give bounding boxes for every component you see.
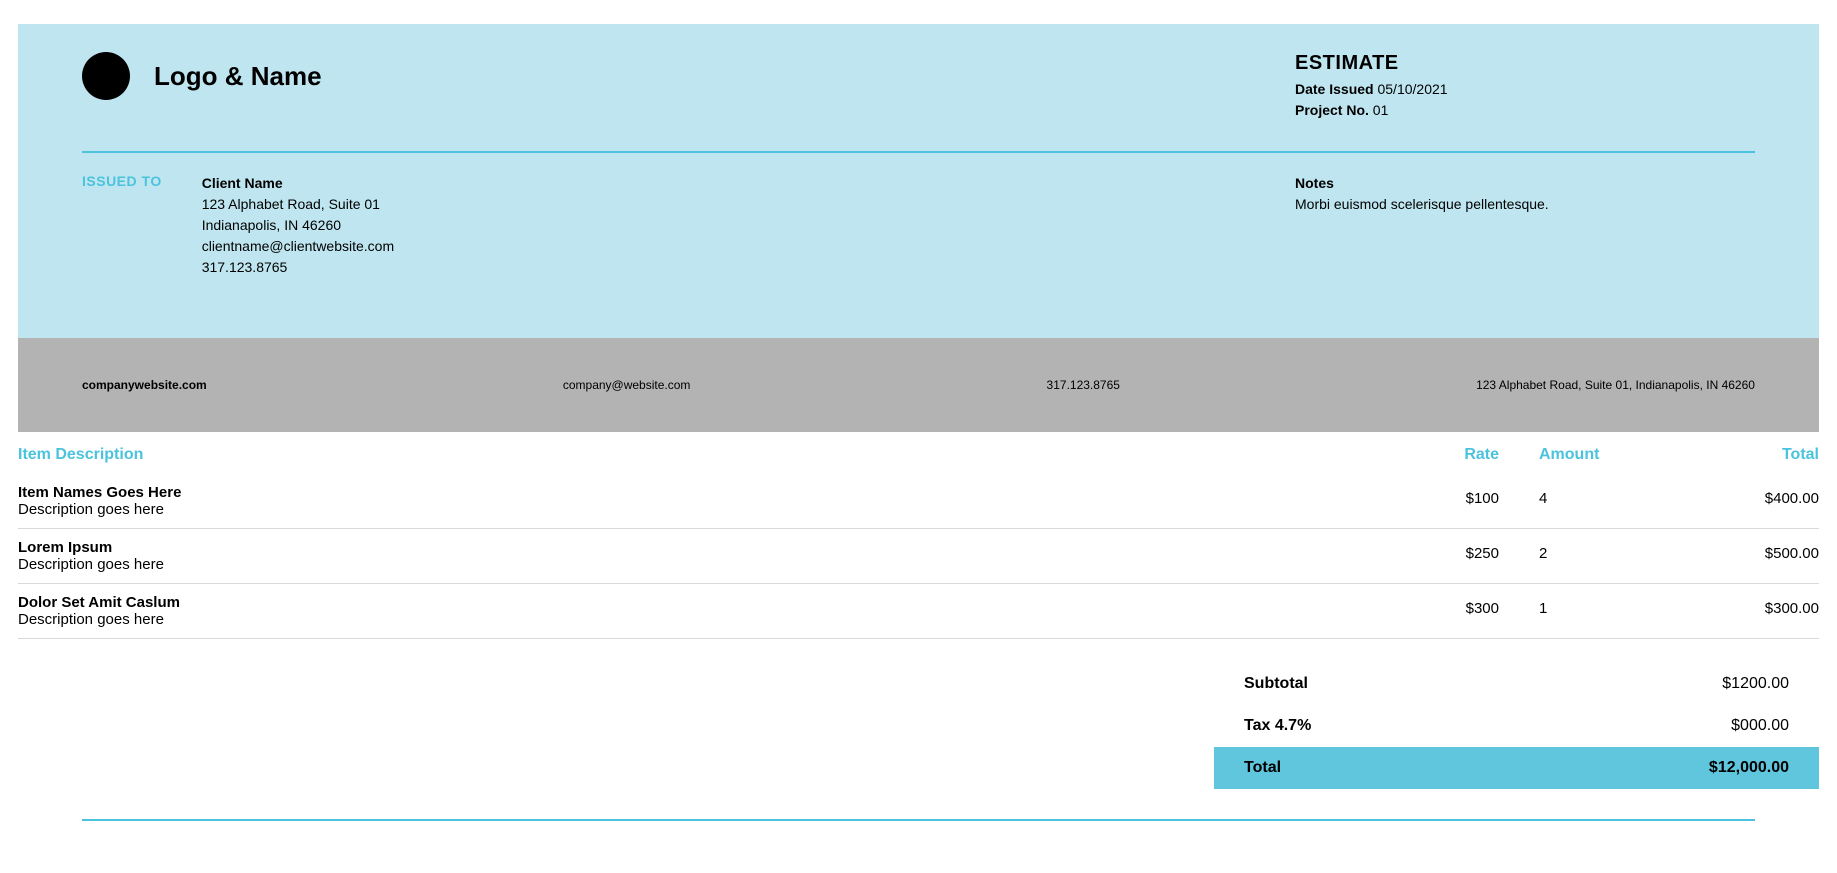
- item-rate: $300: [1419, 594, 1539, 617]
- date-issued-line: Date Issued 05/10/2021: [1295, 79, 1755, 100]
- company-website: companywebsite.com: [82, 378, 207, 392]
- col-header-rate: Rate: [1419, 446, 1539, 464]
- items-table: Item Description Rate Amount Total Item …: [0, 432, 1837, 789]
- tax-label: Tax 4.7%: [1244, 717, 1311, 735]
- company-address: 123 Alphabet Road, Suite 01, Indianapoli…: [1476, 378, 1755, 392]
- subtotal-row: Subtotal $1200.00: [1214, 663, 1819, 705]
- col-header-description: Item Description: [18, 446, 1419, 464]
- subtotal-label: Subtotal: [1244, 675, 1308, 693]
- logo-icon: [82, 52, 130, 100]
- item-name: Dolor Set Amit Caslum: [18, 594, 1419, 611]
- client-email: clientname@clientwebsite.com: [202, 236, 394, 257]
- client-details: Client Name 123 Alphabet Road, Suite 01 …: [202, 173, 394, 278]
- summary-block: Subtotal $1200.00 Tax 4.7% $000.00 Total…: [18, 663, 1819, 789]
- client-phone: 317.123.8765: [202, 257, 394, 278]
- table-row: Lorem Ipsum Description goes here $250 2…: [18, 529, 1819, 584]
- notes-label: Notes: [1295, 173, 1755, 194]
- client-name: Client Name: [202, 173, 394, 194]
- item-description: Description goes here: [18, 556, 1419, 573]
- total-row: Total $12,000.00: [1214, 747, 1819, 789]
- date-issued-value: 05/10/2021: [1377, 81, 1447, 97]
- item-description: Description goes here: [18, 501, 1419, 518]
- project-no-value: 01: [1373, 102, 1389, 118]
- client-address-1: 123 Alphabet Road, Suite 01: [202, 194, 394, 215]
- logo-block: Logo & Name: [82, 52, 322, 100]
- issued-to-block: ISSUED TO Client Name 123 Alphabet Road,…: [82, 173, 1235, 278]
- company-email: company@website.com: [563, 378, 691, 392]
- item-rate: $100: [1419, 484, 1539, 507]
- company-footer-bar: companywebsite.com company@website.com 3…: [18, 338, 1819, 432]
- total-value: $12,000.00: [1709, 759, 1789, 777]
- header-section: Logo & Name ESTIMATE Date Issued 05/10/2…: [18, 24, 1819, 338]
- tax-value: $000.00: [1731, 717, 1789, 735]
- item-amount: 2: [1539, 539, 1659, 562]
- item-total: $400.00: [1659, 484, 1819, 507]
- issued-to-label: ISSUED TO: [82, 173, 162, 278]
- item-total: $300.00: [1659, 594, 1819, 617]
- table-row: Dolor Set Amit Caslum Description goes h…: [18, 584, 1819, 639]
- item-total: $500.00: [1659, 539, 1819, 562]
- document-title: ESTIMATE: [1295, 52, 1755, 75]
- bottom-divider: [82, 819, 1755, 821]
- item-amount: 4: [1539, 484, 1659, 507]
- estimate-meta: ESTIMATE Date Issued 05/10/2021 Project …: [1295, 52, 1755, 121]
- company-name: Logo & Name: [154, 61, 322, 92]
- header-divider: [82, 151, 1755, 153]
- col-header-amount: Amount: [1539, 446, 1659, 464]
- items-header-row: Item Description Rate Amount Total: [18, 446, 1819, 474]
- total-label: Total: [1244, 759, 1281, 777]
- tax-row: Tax 4.7% $000.00: [1214, 705, 1819, 747]
- project-no-line: Project No. 01: [1295, 100, 1755, 121]
- date-issued-label: Date Issued: [1295, 81, 1374, 97]
- subtotal-value: $1200.00: [1722, 675, 1789, 693]
- table-row: Item Names Goes Here Description goes he…: [18, 474, 1819, 529]
- item-rate: $250: [1419, 539, 1539, 562]
- notes-block: Notes Morbi euismod scelerisque pellente…: [1295, 173, 1755, 278]
- item-description: Description goes here: [18, 611, 1419, 628]
- item-amount: 1: [1539, 594, 1659, 617]
- item-name: Item Names Goes Here: [18, 484, 1419, 501]
- col-header-total: Total: [1659, 446, 1819, 464]
- notes-text: Morbi euismod scelerisque pellentesque.: [1295, 194, 1755, 215]
- client-address-2: Indianapolis, IN 46260: [202, 215, 394, 236]
- project-no-label: Project No.: [1295, 102, 1369, 118]
- item-name: Lorem Ipsum: [18, 539, 1419, 556]
- company-phone: 317.123.8765: [1047, 378, 1120, 392]
